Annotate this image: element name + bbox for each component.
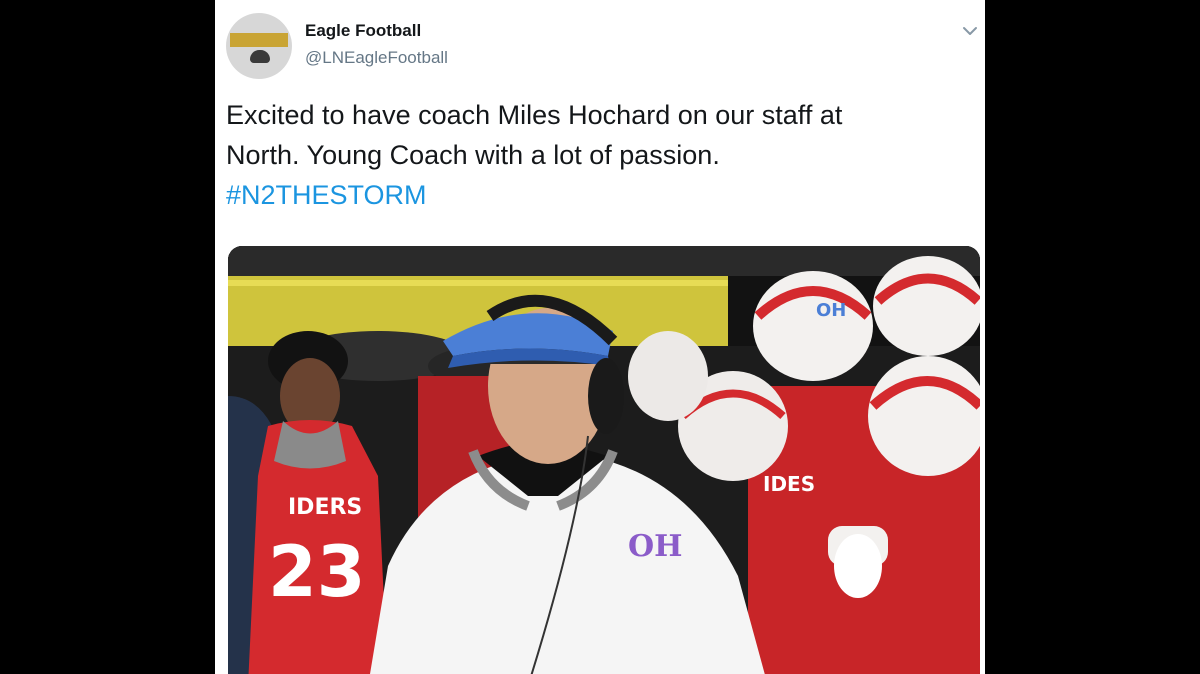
hashtag-link[interactable]: #N2THESTORM (226, 175, 966, 215)
avatar[interactable] (226, 13, 292, 79)
avatar-logo-banner (230, 33, 288, 47)
tweet-text-line: Excited to have coach Miles Hochard on o… (226, 100, 843, 130)
jersey-name-text: IDERS (288, 495, 362, 520)
photo-illustration: IDERS 23 OH IDES OH (228, 246, 980, 674)
author-handle[interactable]: @LNEagleFootball (305, 48, 448, 68)
helmet-logo-text: OH (816, 300, 846, 321)
jersey-number-text: 23 (268, 531, 365, 613)
tweet-card[interactable]: Eagle Football @LNEagleFootball Excited … (215, 0, 985, 674)
chevron-down-icon[interactable] (959, 20, 981, 42)
video-frame: Eagle Football @LNEagleFootball Excited … (0, 0, 1200, 674)
tweet-photo[interactable]: IDERS 23 OH IDES OH (228, 246, 980, 674)
tweet-text: Excited to have coach Miles Hochard on o… (226, 95, 966, 215)
coach-logo-text: OH (628, 529, 682, 564)
helmet-icon (250, 50, 270, 63)
jersey-name-text-2: IDES (763, 472, 815, 496)
tweet-text-line: North. Young Coach with a lot of passion… (226, 140, 720, 170)
author-name[interactable]: Eagle Football (305, 21, 421, 41)
